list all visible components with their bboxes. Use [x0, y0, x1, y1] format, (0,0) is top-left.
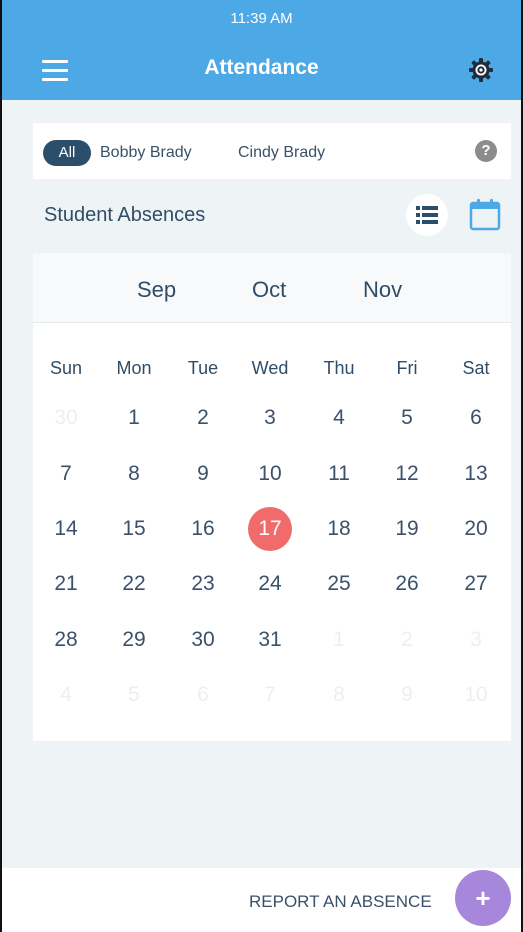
calendar-view-icon[interactable]	[468, 196, 502, 232]
weekday-tue: Tue	[187, 358, 219, 378]
weekday-sun: Sun	[49, 358, 83, 378]
filter-student-cindy[interactable]: Cindy Brady	[238, 140, 325, 166]
app-bar: 11:39 AM Attendance	[2, 0, 521, 100]
calendar-day-outside: 9	[401, 683, 413, 706]
calendar-day[interactable]: 16	[181, 507, 225, 551]
calendar-day[interactable]: 23	[181, 562, 225, 606]
list-view-icon[interactable]	[406, 194, 448, 236]
calendar-day[interactable]: 10	[248, 452, 292, 496]
month-selector: Sep Oct Nov	[33, 253, 511, 323]
calendar-day[interactable]: 29	[112, 618, 156, 662]
month-prev[interactable]: Sep	[137, 277, 176, 303]
calendar-day-outside: 8	[333, 683, 345, 706]
page-title: Attendance	[204, 56, 319, 79]
filter-all-chip[interactable]: All	[43, 140, 91, 166]
calendar-day[interactable]: 27	[454, 562, 498, 606]
filter-student-bobby[interactable]: Bobby Brady	[100, 140, 192, 166]
calendar-day-outside: 10	[464, 683, 488, 706]
add-absence-button[interactable]: +	[455, 870, 511, 926]
calendar-day[interactable]: 12	[385, 452, 429, 496]
calendar-day[interactable]: 22	[112, 562, 156, 606]
calendar-day[interactable]: 1	[112, 396, 156, 440]
calendar-day[interactable]: 3	[248, 396, 292, 440]
help-icon[interactable]: ?	[475, 140, 497, 162]
calendar-day-outside: 6	[197, 683, 209, 706]
calendar-day[interactable]: 21	[44, 562, 88, 606]
calendar-day[interactable]: 7	[44, 452, 88, 496]
calendar-day[interactable]: 26	[385, 562, 429, 606]
calendar-day[interactable]: 20	[454, 507, 498, 551]
calendar-day[interactable]: 9	[181, 452, 225, 496]
calendar-day[interactable]: 11	[317, 452, 361, 496]
calendar-day[interactable]: 25	[317, 562, 361, 606]
calendar-day[interactable]: 28	[44, 618, 88, 662]
month-next[interactable]: Nov	[363, 277, 402, 303]
calendar-day[interactable]: 2	[181, 396, 225, 440]
calendar-day-outside: 2	[401, 628, 413, 651]
calendar-day[interactable]: 18	[317, 507, 361, 551]
weekday-mon: Mon	[116, 358, 152, 378]
calendar-day[interactable]: 19	[385, 507, 429, 551]
student-filter-bar: All Bobby Brady Cindy Brady ?	[33, 123, 511, 179]
weekday-wed: Wed	[251, 358, 289, 378]
weekday-thu: Thu	[323, 358, 355, 378]
app-screen: 11:39 AM Attendance All Bobby Brady Cind…	[0, 0, 523, 932]
month-current[interactable]: Oct	[252, 277, 286, 303]
calendar-day-outside: 5	[128, 683, 140, 706]
calendar-day[interactable]: 24	[248, 562, 292, 606]
calendar-day-outside: 30	[54, 406, 78, 429]
calendar-day[interactable]: 8	[112, 452, 156, 496]
weekday-fri: Fri	[396, 358, 418, 378]
gear-icon[interactable]	[468, 57, 494, 83]
calendar-day[interactable]: 31	[248, 618, 292, 662]
calendar-day-today[interactable]: 17	[248, 507, 292, 551]
calendar-day-outside: 3	[470, 628, 482, 651]
calendar-day[interactable]: 14	[44, 507, 88, 551]
calendar-day[interactable]: 5	[385, 396, 429, 440]
calendar-day-outside: 7	[264, 683, 276, 706]
calendar-day-outside: 4	[60, 683, 72, 706]
section-title: Student Absences	[44, 204, 206, 226]
weekday-sat: Sat	[462, 358, 490, 378]
content-footer	[33, 741, 511, 867]
report-absence-label[interactable]: REPORT AN ABSENCE	[249, 892, 432, 912]
calendar-day[interactable]: 6	[454, 396, 498, 440]
calendar: Sep Oct Nov Sun Mon Tue Wed Thu Fri Sat 30 1 2 3 4…	[33, 253, 511, 741]
status-time: 11:39 AM	[230, 10, 293, 27]
calendar-day[interactable]: 4	[317, 396, 361, 440]
calendar-day-outside: 1	[333, 628, 345, 651]
calendar-day[interactable]: 13	[454, 452, 498, 496]
calendar-day[interactable]: 15	[112, 507, 156, 551]
calendar-day[interactable]: 30	[181, 618, 225, 662]
